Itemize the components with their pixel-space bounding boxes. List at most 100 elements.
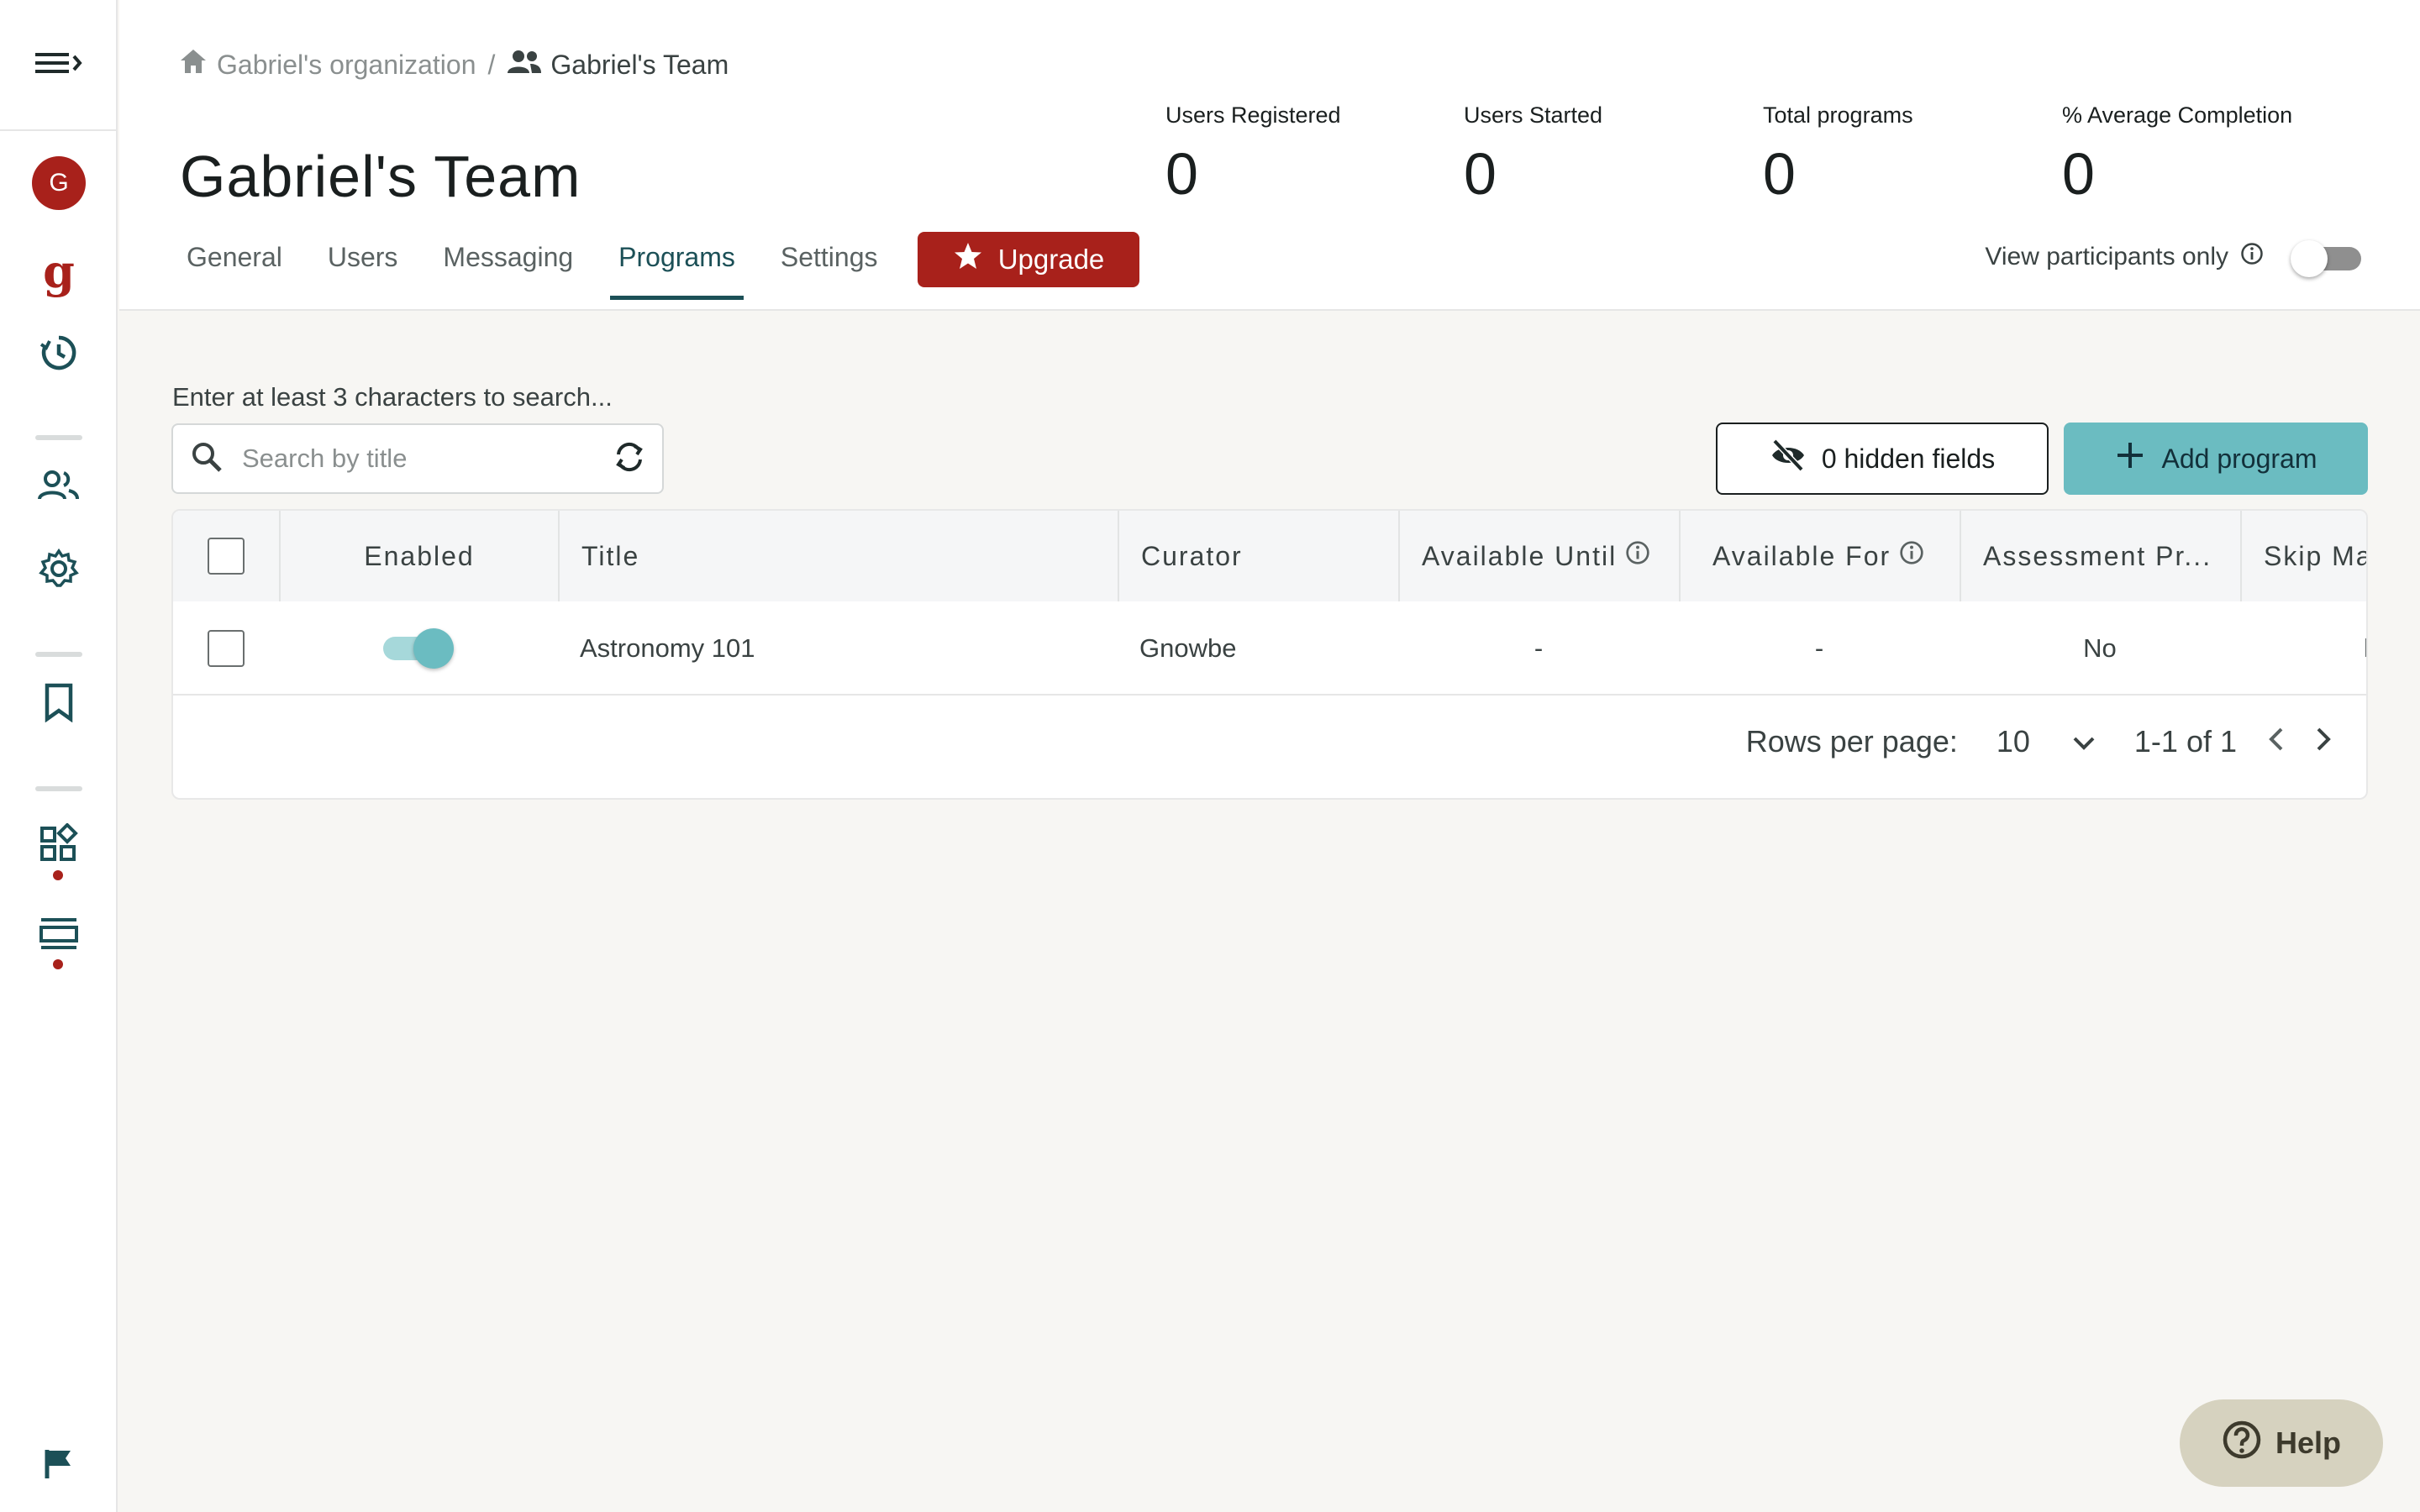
rows-per-page-label: Rows per page: [1745,724,1958,759]
plus-icon [2115,440,2145,477]
search-hint: Enter at least 3 characters to search... [172,382,613,412]
search-icon [190,440,224,478]
column-header-available-until[interactable]: Available Until [1398,511,1679,601]
help-icon [2222,1420,2262,1467]
view-participants-label: View participants only [1985,243,2228,270]
add-program-label: Add program [2161,443,2317,474]
enabled-switch[interactable] [383,628,454,669]
column-header-curator[interactable]: Curator [1118,511,1398,601]
history-icon[interactable] [0,333,118,373]
flag-icon[interactable] [0,1446,118,1480]
breadcrumb-team-label: Gabriel's Team [550,49,729,80]
header-select-cell [173,511,279,601]
stat-label: Users Registered [1165,102,1341,128]
stat-total-programs: Total programs 0 [1763,102,1913,207]
sidebar-divider [35,435,82,440]
row-enabled-cell [279,601,558,696]
gnowbe-logo-icon[interactable]: g [0,249,118,294]
stat-users-started: Users Started 0 [1464,102,1602,207]
stat-value: 0 [1464,141,1497,207]
upgrade-button[interactable]: Upgrade [918,232,1139,287]
tab-messaging[interactable]: Messaging [443,227,573,300]
stat-average-completion: % Average Completion 0 [2062,102,2292,207]
sidebar: G g [0,0,118,1512]
column-label: Available For [1712,540,1891,571]
refresh-icon[interactable] [613,441,645,477]
star-icon [953,241,983,278]
bookmark-icon[interactable] [0,682,118,722]
widgets-icon[interactable] [0,823,118,864]
hidden-fields-label: 0 hidden fields [1821,443,1996,474]
row-title[interactable]: Astronomy 101 [558,601,1118,696]
next-page-icon[interactable] [2314,724,2333,759]
column-header-skip[interactable]: Skip Ma [2240,511,2366,601]
group-icon [507,49,542,81]
breadcrumb-separator: / [487,49,496,80]
row-skip: l [2240,601,2366,696]
row-available-until: - [1534,633,1544,663]
logo-letter: g [43,244,75,298]
breadcrumb-org[interactable]: Gabriel's organization [178,47,476,82]
column-header-assessment[interactable]: Assessment Pr... [1960,511,2240,601]
pagination: Rows per page: 10 1-1 of 1 [1746,724,2333,759]
info-icon[interactable] [2240,242,2264,272]
info-icon[interactable] [1899,540,1924,572]
stat-label: Total programs [1763,102,1913,128]
breadcrumb: Gabriel's organization / Gabriel's Team [178,47,729,82]
chevron-down-icon [2072,724,2096,759]
row-checkbox[interactable] [208,630,245,667]
select-all-checkbox[interactable] [208,538,245,575]
page-header: Gabriel's organization / Gabriel's Team … [119,0,2420,311]
column-header-title[interactable]: Title [558,511,1118,601]
stat-value: 0 [1165,141,1198,207]
table-row[interactable]: Astronomy 101 Gnowbe - - No l [173,601,2366,696]
help-label: Help [2275,1425,2341,1460]
table-header: Enabled Title Curator Available Until Av… [173,511,2366,601]
stat-label: % Average Completion [2062,102,2293,128]
add-program-button[interactable]: Add program [2064,423,2368,495]
page-title: Gabriel's Team [180,144,581,209]
stat-users-registered: Users Registered 0 [1165,102,1341,207]
previous-page-icon[interactable] [2267,724,2286,759]
avatar[interactable]: G [32,156,86,210]
users-icon[interactable] [0,469,118,502]
tab-bar: General Users Messaging Programs Setting… [187,227,923,311]
rows-per-page-value: 10 [1996,724,2030,759]
view-participants-switch[interactable] [2291,240,2361,277]
row-available-for: - [1814,633,1824,663]
breadcrumb-team: Gabriel's Team [507,49,729,81]
home-icon [178,47,208,82]
column-header-enabled[interactable]: Enabled [279,511,558,601]
row-select-cell [173,601,279,696]
stat-label: Users Started [1464,102,1603,128]
stat-value: 0 [1763,141,1796,207]
hidden-fields-button[interactable]: 0 hidden fields [1716,423,2049,495]
tab-programs[interactable]: Programs [610,227,744,300]
menu-expand-icon[interactable] [34,46,84,84]
help-button[interactable]: Help [2180,1399,2383,1487]
pagination-range: 1-1 of 1 [2133,724,2237,759]
column-header-available-for[interactable]: Available For [1679,511,1960,601]
tab-settings[interactable]: Settings [781,227,878,300]
info-icon[interactable] [1625,540,1650,572]
stat-value: 0 [2062,141,2095,207]
search-input[interactable] [242,444,595,474]
sidebar-divider [35,786,82,791]
view-participants-toggle-group: View participants only [1985,240,2361,277]
row-curator: Gnowbe [1139,633,1237,663]
column-label: Available Until [1422,540,1618,571]
rows-per-page-select[interactable]: 10 [1996,724,2096,759]
notification-dot [53,959,63,969]
sidebar-toggle[interactable] [0,0,118,131]
upgrade-label: Upgrade [997,244,1105,275]
programs-table: Enabled Title Curator Available Until Av… [171,509,2368,800]
settings-gear-icon[interactable] [0,548,118,590]
user-avatar[interactable]: G [0,156,118,210]
notification-dot [53,870,63,880]
eye-off-icon [1770,438,1807,479]
row-assessment: No [2083,633,2117,663]
sidebar-divider [35,652,82,657]
tab-users[interactable]: Users [328,227,398,300]
tab-general[interactable]: General [187,227,282,300]
layout-icon[interactable] [0,916,118,953]
